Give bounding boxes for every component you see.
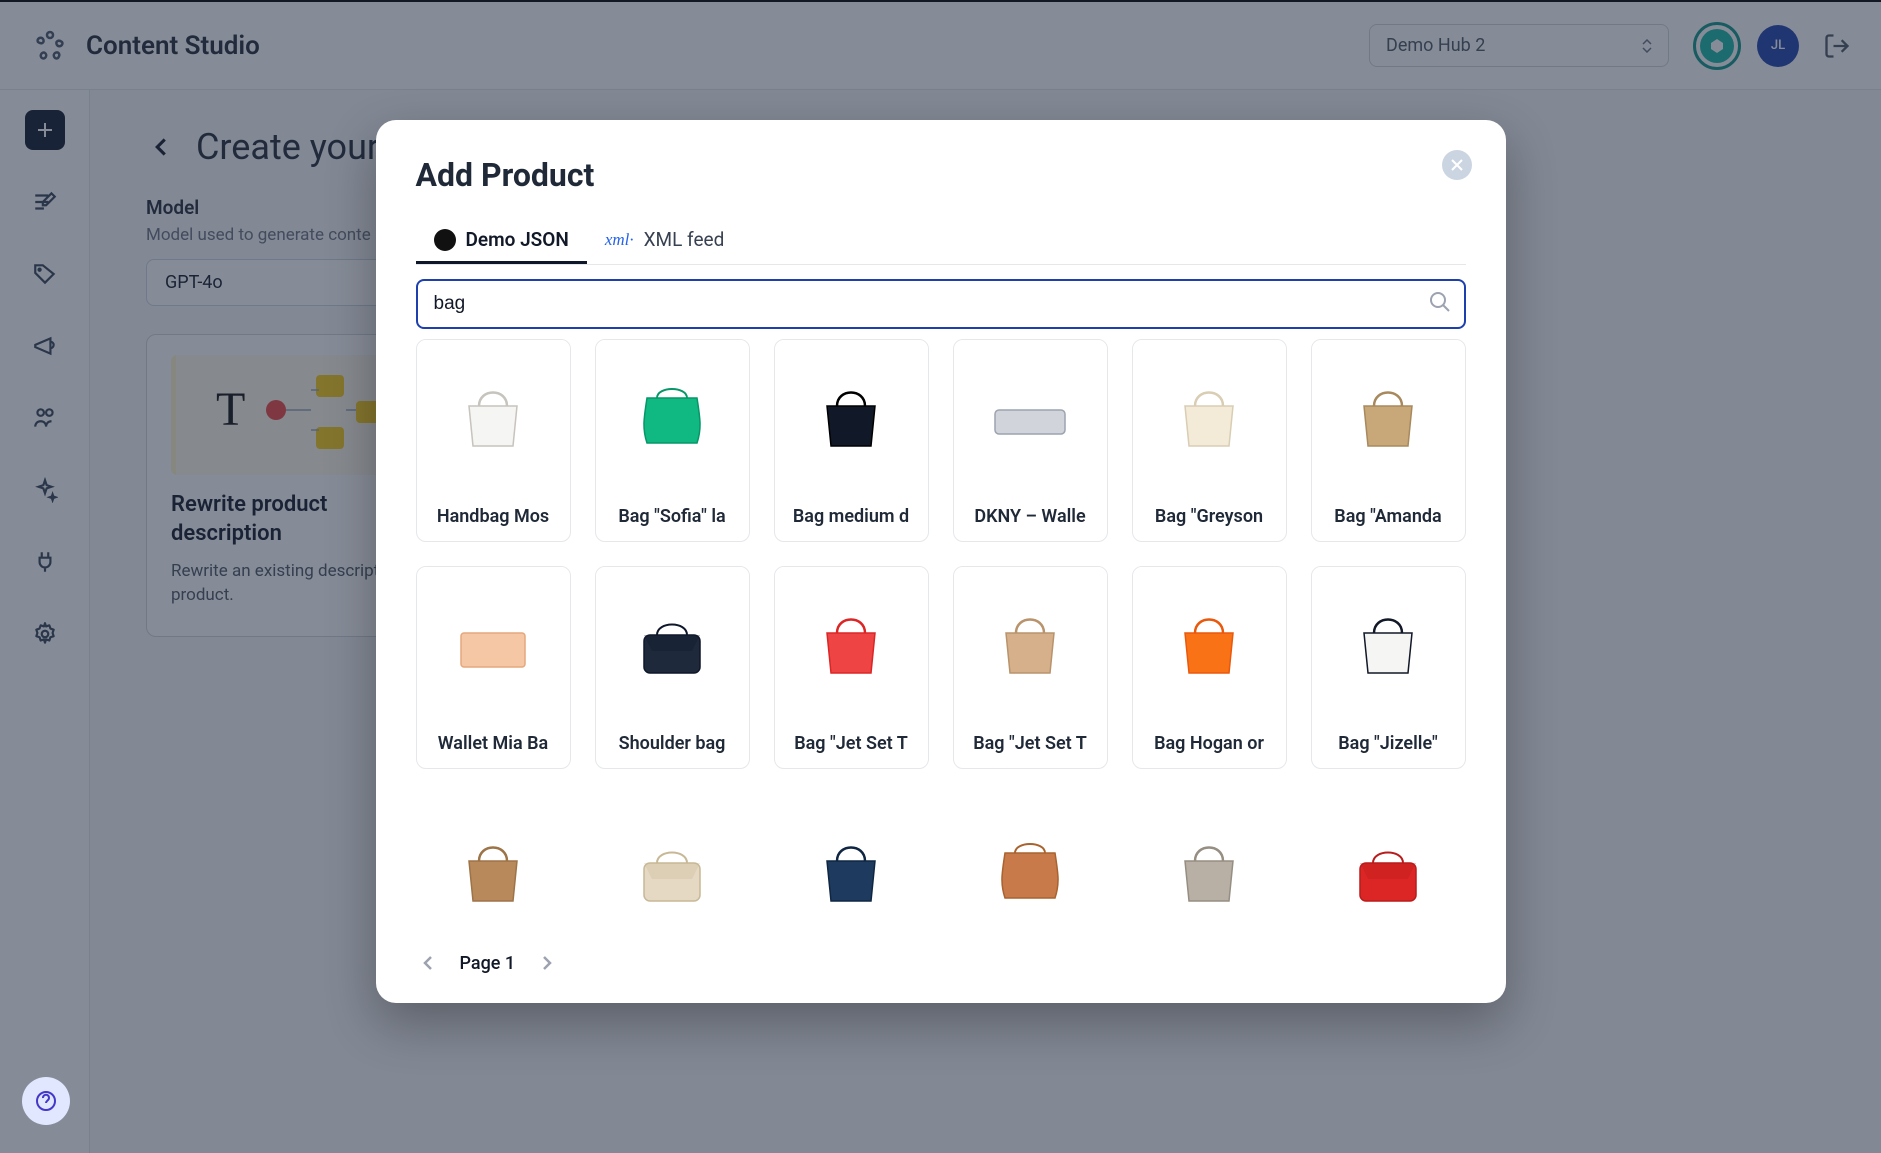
tab-xml-feed[interactable]: xml· XML feed: [587, 218, 743, 264]
product-image: [775, 567, 928, 723]
product-image: [1132, 793, 1287, 929]
product-card[interactable]: [1132, 793, 1287, 929]
product-image: [953, 793, 1108, 929]
tab-label: XML feed: [644, 228, 725, 251]
help-button[interactable]: [22, 1077, 70, 1125]
tab-label: Demo JSON: [466, 228, 569, 251]
product-card[interactable]: Bag "Jet Set T: [774, 566, 929, 769]
product-image: [596, 340, 749, 496]
search-icon: [1428, 290, 1452, 318]
product-name: Bag "Jizelle": [1312, 723, 1465, 768]
product-image: [596, 567, 749, 723]
xml-badge-icon: xml·: [605, 230, 634, 250]
page-next-button[interactable]: [535, 951, 559, 975]
product-name: Handbag Mos: [417, 496, 570, 541]
product-image: [417, 340, 570, 496]
product-card[interactable]: DKNY – Walle: [953, 339, 1108, 542]
product-name: DKNY – Walle: [954, 496, 1107, 541]
product-image: [775, 340, 928, 496]
product-name: Bag "Jet Set T: [775, 723, 928, 768]
close-button[interactable]: [1442, 150, 1472, 180]
product-card[interactable]: Bag Hogan or: [1132, 566, 1287, 769]
product-image: [417, 567, 570, 723]
modal-tabs: Demo JSON xml· XML feed: [416, 218, 1466, 265]
product-name: Bag Hogan or: [1133, 723, 1286, 768]
product-card[interactable]: Shoulder bag: [595, 566, 750, 769]
product-card[interactable]: [1311, 793, 1466, 929]
modal-overlay: Add Product Demo JSON xml· XML feed Hand…: [0, 0, 1881, 1153]
product-image: [416, 793, 571, 929]
tab-demo-json[interactable]: Demo JSON: [416, 218, 587, 264]
product-image: [954, 567, 1107, 723]
product-image: [954, 340, 1107, 496]
product-card[interactable]: Bag medium d: [774, 339, 929, 542]
product-card[interactable]: Bag "Greyson: [1132, 339, 1287, 542]
page-label: Page 1: [460, 953, 516, 974]
product-card[interactable]: Wallet Mia Ba: [416, 566, 571, 769]
product-image: [1312, 567, 1465, 723]
product-card[interactable]: Bag "Jet Set T: [953, 566, 1108, 769]
product-card[interactable]: Bag "Amanda: [1311, 339, 1466, 542]
product-image: [774, 793, 929, 929]
page-prev-button[interactable]: [416, 951, 440, 975]
product-image: [1312, 340, 1465, 496]
product-name: Bag medium d: [775, 496, 928, 541]
product-card[interactable]: Bag "Sofia" la: [595, 339, 750, 542]
product-card[interactable]: [774, 793, 929, 929]
json-badge-icon: [434, 229, 456, 251]
product-card[interactable]: [416, 793, 571, 929]
product-card[interactable]: Handbag Mos: [416, 339, 571, 542]
product-card[interactable]: Bag "Jizelle": [1311, 566, 1466, 769]
product-name: Bag "Sofia" la: [596, 496, 749, 541]
product-name: Bag "Jet Set T: [954, 723, 1107, 768]
product-name: Shoulder bag: [596, 723, 749, 768]
product-name: Bag "Amanda: [1312, 496, 1465, 541]
product-card[interactable]: [595, 793, 750, 929]
product-name: Bag "Greyson: [1133, 496, 1286, 541]
product-image: [1311, 793, 1466, 929]
add-product-modal: Add Product Demo JSON xml· XML feed Hand…: [376, 120, 1506, 1003]
product-search-input[interactable]: [416, 279, 1466, 329]
product-image: [1133, 340, 1286, 496]
pagination: Page 1: [416, 951, 1466, 975]
products-grid: Handbag Mos Bag "Sofia" la Bag medium d DKN…: [416, 339, 1466, 929]
product-card[interactable]: [953, 793, 1108, 929]
product-image: [595, 793, 750, 929]
product-name: Wallet Mia Ba: [417, 723, 570, 768]
product-image: [1133, 567, 1286, 723]
modal-title: Add Product: [416, 156, 1466, 194]
